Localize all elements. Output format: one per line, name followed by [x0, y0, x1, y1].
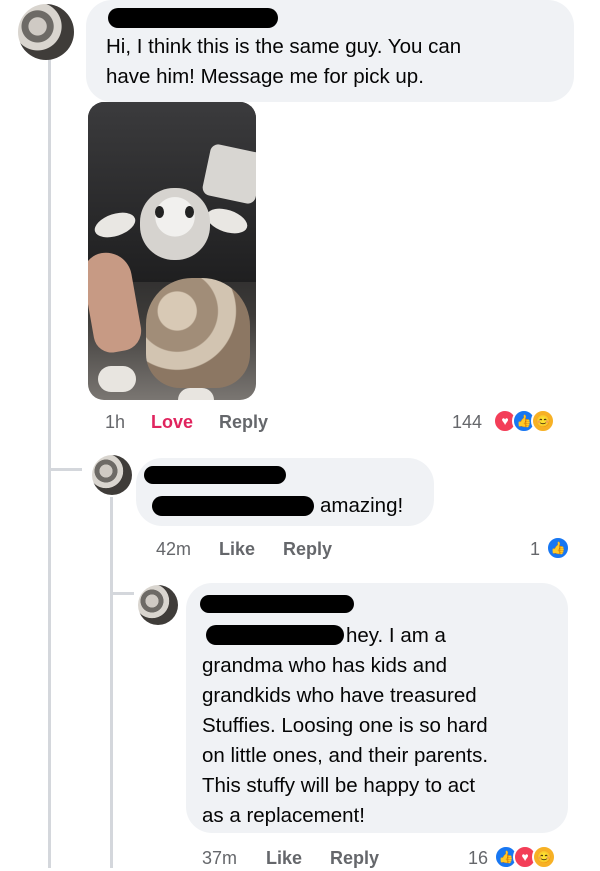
reply-link[interactable]: Reply	[283, 539, 332, 560]
like-link[interactable]: Like	[219, 539, 255, 560]
comment-text-line: Hi, I think this is the same guy. You ca…	[106, 35, 462, 58]
love-link[interactable]: Love	[151, 412, 193, 433]
avatar[interactable]	[92, 455, 132, 495]
redacted-name	[200, 595, 354, 613]
avatar[interactable]	[138, 585, 178, 625]
redacted-tag	[152, 496, 314, 516]
comment-text-line: on little ones, and their parents.	[202, 744, 489, 767]
avatar[interactable]	[18, 4, 74, 60]
comment-text-line: as a replacement!	[202, 804, 365, 827]
comment-bubble-3: hey. I am a grandma who has kids and gra…	[186, 583, 568, 833]
comment-text-line: Stuffies. Loosing one is so hard	[202, 714, 488, 737]
thread-line	[48, 50, 51, 868]
thread-branch-2	[110, 592, 134, 595]
comment-time[interactable]: 37m	[202, 848, 237, 869]
thread-line-2	[110, 497, 113, 868]
like-link[interactable]: Like	[266, 848, 302, 869]
like-reaction-icon: 👍	[546, 536, 570, 560]
comment-time[interactable]: 42m	[156, 539, 191, 560]
redacted-name	[144, 466, 286, 484]
reaction-count[interactable]: 1	[530, 539, 540, 560]
redacted-name	[108, 8, 278, 28]
comment-time[interactable]: 1h	[105, 412, 125, 433]
comment-text: amazing!	[320, 494, 404, 517]
reaction-count[interactable]: 16	[468, 848, 488, 869]
redacted-tag	[206, 625, 344, 645]
comment-text-line: grandma who has kids and	[202, 654, 448, 677]
reply-link[interactable]: Reply	[219, 412, 268, 433]
comment-text-line: have him! Message me for pick up.	[106, 65, 424, 88]
thread-branch-1	[48, 468, 82, 471]
care-reaction-icon: 😊	[531, 409, 555, 433]
comment-bubble-2: amazing!	[136, 458, 434, 526]
comment-text-line: hey. I am a	[346, 624, 446, 647]
reply-link[interactable]: Reply	[330, 848, 379, 869]
attached-photo[interactable]	[88, 102, 256, 400]
care-reaction-icon: 😊	[532, 845, 556, 869]
reaction-count[interactable]: 144	[452, 412, 482, 433]
comment-bubble-1: Hi, I think this is the same guy. You ca…	[86, 0, 574, 102]
comment-text-line: grandkids who have treasured	[202, 684, 477, 707]
comment-text-line: This stuffy will be happy to act	[202, 774, 476, 797]
